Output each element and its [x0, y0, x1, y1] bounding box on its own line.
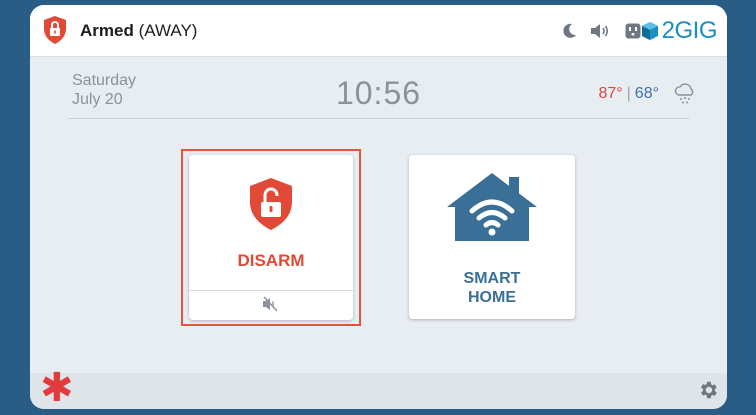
arm-state: Armed [80, 21, 134, 40]
disarm-button[interactable]: DISARM [189, 155, 353, 320]
brand-name: 2GIG [661, 17, 718, 44]
mute-icon[interactable] [262, 296, 280, 317]
smart-home-label: SMART HOME [409, 269, 575, 307]
left-frame [0, 0, 30, 415]
moon-icon[interactable] [561, 23, 577, 44]
temp-low: 68° [634, 85, 659, 102]
cube-icon [641, 22, 658, 40]
smart-home-icon [447, 173, 537, 241]
outlet-icon[interactable] [625, 23, 641, 44]
divider-line [68, 118, 689, 119]
arm-status[interactable]: Armed (AWAY) [80, 21, 197, 41]
gear-icon[interactable] [697, 379, 719, 406]
speaker-icon[interactable] [590, 23, 610, 44]
smart-home-button[interactable]: SMART HOME [409, 155, 575, 319]
disarm-divider [189, 290, 353, 291]
smart-line-2: HOME [468, 289, 516, 306]
arm-mode: (AWAY) [138, 21, 198, 40]
bottom-bar: ✱ [30, 368, 727, 409]
weather-widget[interactable]: 87° | 68° [598, 83, 697, 105]
panel-screen: Armed (AWAY) 2GIG Saturday July 20 10:56… [30, 5, 727, 409]
disarm-label: DISARM [237, 251, 305, 270]
status-bar: Armed (AWAY) 2GIG [30, 5, 727, 57]
smart-line-1: SMART [463, 270, 521, 287]
armed-shield-icon[interactable] [42, 15, 68, 45]
temp-high: 87° [598, 85, 623, 102]
brand-logo: 2GIG [640, 17, 718, 45]
temp-separator: | [626, 85, 631, 102]
snow-cloud-icon [674, 83, 694, 104]
emergency-icon[interactable]: ✱ [40, 368, 74, 408]
unlock-shield-icon [250, 178, 292, 230]
